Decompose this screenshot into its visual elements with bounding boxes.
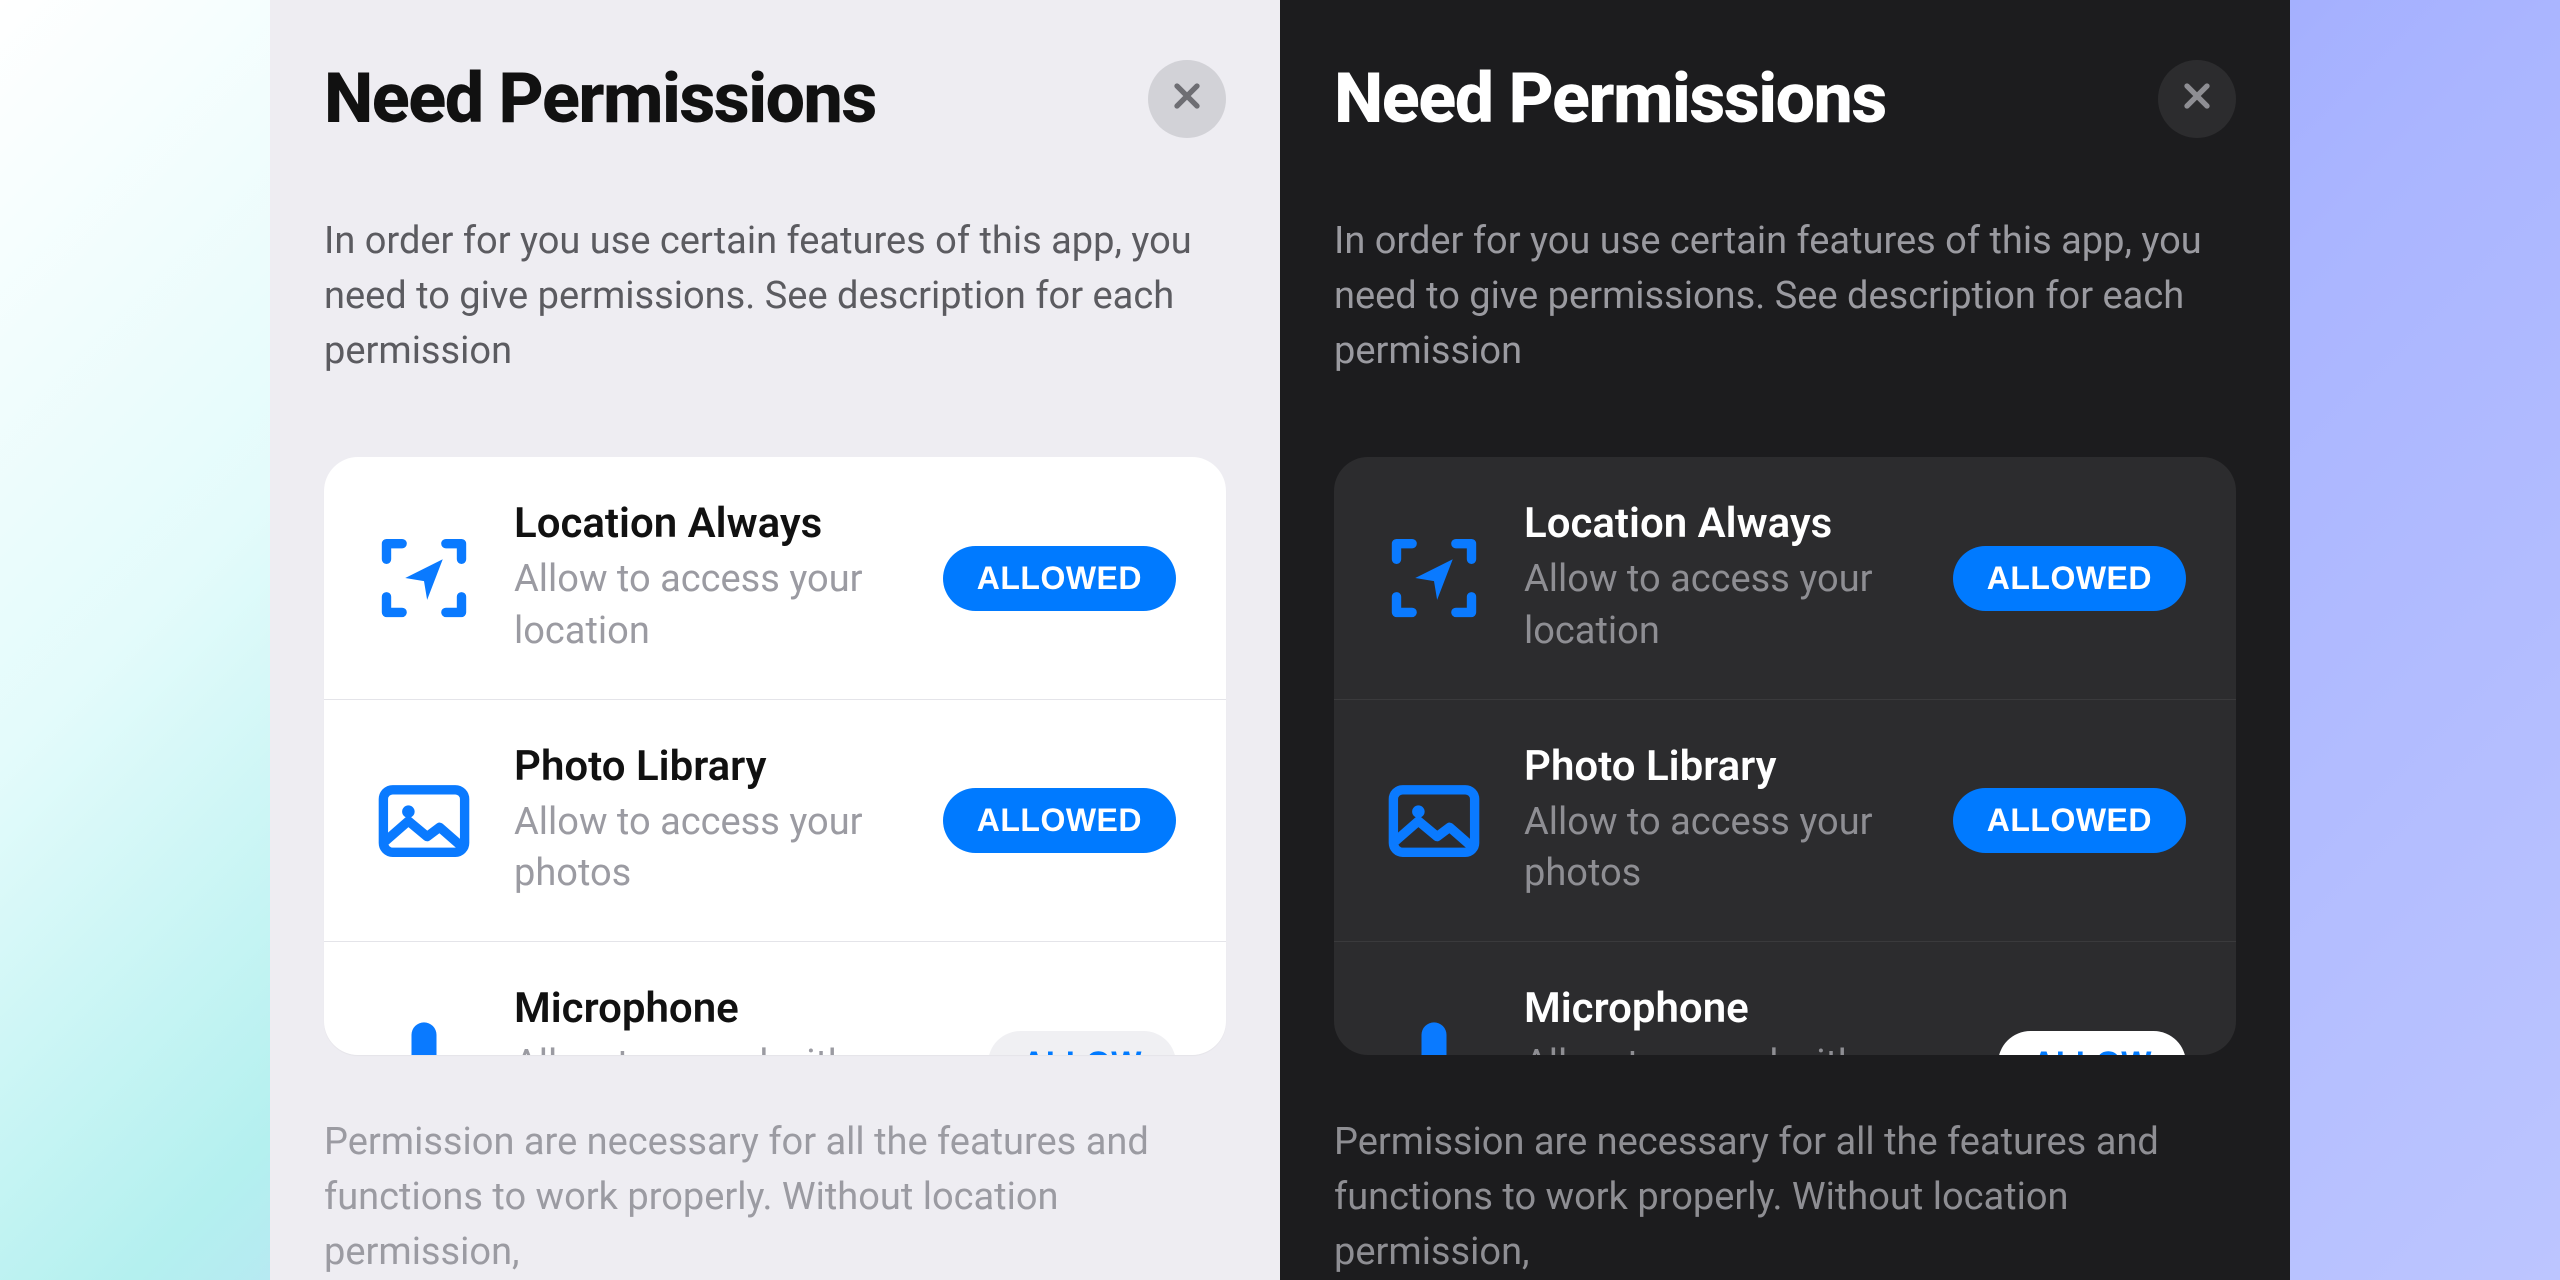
permissions-list: Location Always Allow to access your loc… <box>324 457 1226 1054</box>
footnote-text: Permission are necessary for all the fea… <box>1334 1115 2236 1280</box>
intro-text: In order for you use certain features of… <box>1334 214 2236 379</box>
permission-row-microphone: Microphone Allow to record with micropho… <box>1334 941 2236 1054</box>
page-title: Need Permissions <box>1334 58 1886 140</box>
title-row: Need Permissions <box>1334 58 2236 140</box>
location-icon <box>1384 528 1484 628</box>
intro-text: In order for you use certain features of… <box>324 214 1226 379</box>
permission-allow-button[interactable]: ALLOW <box>988 1031 1176 1055</box>
photo-icon <box>1384 771 1484 871</box>
close-icon <box>1167 76 1207 123</box>
permission-allow-button[interactable]: ALLOW <box>1998 1031 2186 1055</box>
permission-row-location: Location Always Allow to access your loc… <box>1334 457 2236 699</box>
title-row: Need Permissions <box>324 58 1226 140</box>
page-title: Need Permissions <box>324 58 876 140</box>
permission-title: Photo Library <box>514 742 903 791</box>
microphone-icon <box>1384 1013 1484 1054</box>
footnote-text: Permission are necessary for all the fea… <box>324 1115 1226 1280</box>
permissions-screen-light: Need Permissions In order for you use ce… <box>0 0 1280 1280</box>
permission-title: Microphone <box>1524 984 1958 1033</box>
permission-row-location: Location Always Allow to access your loc… <box>324 457 1226 699</box>
permission-status-button[interactable]: ALLOWED <box>943 546 1176 611</box>
permissions-screen-dark: Need Permissions In order for you use ce… <box>1280 0 2560 1280</box>
permission-desc: Allow to access your photos <box>514 797 903 900</box>
permission-title: Photo Library <box>1524 742 1913 791</box>
permissions-panel: Need Permissions In order for you use ce… <box>270 0 1280 1280</box>
permission-title: Location Always <box>514 499 903 548</box>
permission-status-button[interactable]: ALLOWED <box>1953 546 2186 611</box>
permission-desc: Allow to access your photos <box>1524 797 1913 900</box>
photo-icon <box>374 771 474 871</box>
permission-desc: Allow to record with microphone <box>1524 1039 1958 1054</box>
permission-status-button[interactable]: ALLOWED <box>1953 788 2186 853</box>
permission-row-photo: Photo Library Allow to access your photo… <box>324 699 1226 942</box>
permission-desc: Allow to access your location <box>1524 554 1913 657</box>
permission-title: Microphone <box>514 984 948 1033</box>
permissions-list: Location Always Allow to access your loc… <box>1334 457 2236 1054</box>
permission-desc: Allow to access your location <box>514 554 903 657</box>
permissions-panel: Need Permissions In order for you use ce… <box>1280 0 2290 1280</box>
microphone-icon <box>374 1013 474 1054</box>
permission-desc: Allow to record with microphone <box>514 1039 948 1054</box>
location-icon <box>374 528 474 628</box>
close-icon <box>2177 76 2217 123</box>
permission-row-photo: Photo Library Allow to access your photo… <box>1334 699 2236 942</box>
permission-row-microphone: Microphone Allow to record with micropho… <box>324 941 1226 1054</box>
permission-status-button[interactable]: ALLOWED <box>943 788 1176 853</box>
close-button[interactable] <box>1148 60 1226 138</box>
close-button[interactable] <box>2158 60 2236 138</box>
permission-title: Location Always <box>1524 499 1913 548</box>
